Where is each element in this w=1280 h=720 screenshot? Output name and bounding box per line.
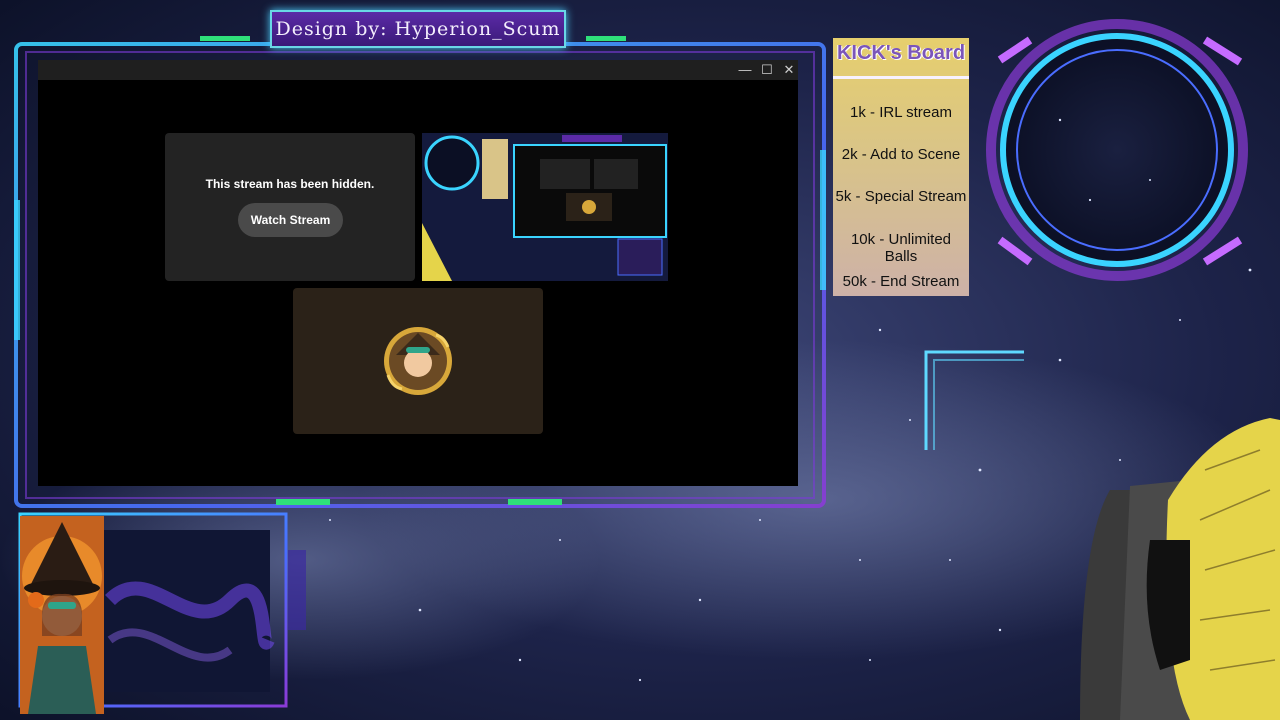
window-titlebar: — ☐ ✕ bbox=[38, 60, 798, 80]
avatar-tile[interactable] bbox=[293, 288, 543, 434]
screen-share-preview-tile[interactable] bbox=[422, 133, 668, 281]
watch-stream-button[interactable]: Watch Stream bbox=[238, 203, 343, 237]
board-item: 50k - End Stream bbox=[842, 273, 960, 290]
kick-goal-board: KICK's Board 1k - IRL stream 2k - Add to… bbox=[833, 38, 969, 296]
minimize-button[interactable]: — bbox=[734, 60, 756, 80]
close-button[interactable]: ✕ bbox=[778, 60, 800, 80]
stream-window: — ☐ ✕ This stream has been hidden. Watch… bbox=[38, 60, 798, 486]
board-item: 10k - Unlimited Balls bbox=[850, 231, 952, 265]
board-divider bbox=[833, 76, 969, 79]
hidden-stream-message: This stream has been hidden. bbox=[205, 177, 375, 191]
webcam-feed bbox=[1080, 418, 1280, 720]
designer-credit-text: Design by: Hyperion_Scum bbox=[275, 18, 561, 40]
screen-share-thumbnail bbox=[422, 133, 668, 281]
user-avatar bbox=[384, 327, 452, 395]
hidden-stream-tile: This stream has been hidden. Watch Strea… bbox=[165, 133, 415, 281]
board-title: KICK's Board bbox=[836, 42, 966, 64]
maximize-button[interactable]: ☐ bbox=[756, 60, 778, 80]
board-item: 2k - Add to Scene bbox=[841, 146, 961, 163]
character-card-image bbox=[20, 516, 104, 714]
designer-credit-banner: Design by: Hyperion_Scum bbox=[270, 10, 566, 48]
board-item: 5k - Special Stream bbox=[835, 188, 967, 205]
board-item: 1k - IRL stream bbox=[850, 104, 952, 121]
